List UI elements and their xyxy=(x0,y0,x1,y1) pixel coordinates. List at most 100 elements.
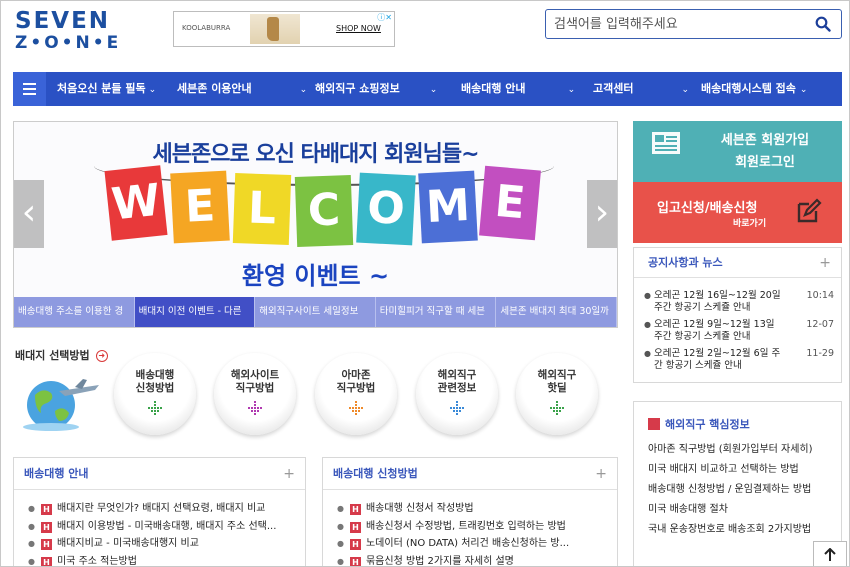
h-badge-icon: H xyxy=(40,556,52,566)
welcome-letter-flag: W xyxy=(104,165,168,241)
slider-tab[interactable]: 배송대행 주소를 이용한 경 xyxy=(14,297,135,327)
cube-icon xyxy=(648,418,660,430)
section-title-selection: 배대지 선택방법 ➜ xyxy=(15,347,108,363)
welcome-letter-flag: E xyxy=(479,165,541,241)
slider-tab[interactable]: 세븐존 배대지 최대 30일까 xyxy=(496,297,617,327)
chevron-down-icon: ⌄ xyxy=(681,85,690,95)
apply-sub-label: 바로가기 xyxy=(733,219,767,229)
welcome-letter-flag: L xyxy=(232,173,292,245)
circle-amazon[interactable]: 아마존 직구방법 xyxy=(315,353,397,435)
ad-close-icon[interactable]: ⓘ✕ xyxy=(377,12,392,23)
nav-item-shipping-guide[interactable]: 배송대행 안내 ⌄ xyxy=(461,72,575,106)
h-badge-icon: H xyxy=(349,504,361,515)
core-info-box: 해외직구 핵심정보 아마존 직구방법 (회원가입부터 자세히) 미국 배대지 비… xyxy=(633,401,842,566)
slider-subtitle: 환영 이벤트 ~ xyxy=(241,262,390,290)
list-item[interactable]: ● H 배대지 이용방법 - 미국배송대행, 배대지 주소 선택... xyxy=(28,518,305,536)
plus-icon[interactable]: + xyxy=(283,458,295,490)
nav-item-guide[interactable]: 세븐존 이용안내 ⌄ xyxy=(177,72,307,106)
dots-arrow-icon xyxy=(450,401,464,415)
plus-icon[interactable]: + xyxy=(819,248,831,278)
core-link[interactable]: 아마존 직구방법 (회원가입부터 자세히) xyxy=(648,440,813,455)
logo-line2: Z•O•N•E xyxy=(15,33,122,53)
arrow-right-circle-icon[interactable]: ➜ xyxy=(95,350,108,362)
chevron-down-icon: ⌄ xyxy=(299,85,308,95)
h-badge-icon: H xyxy=(349,539,361,550)
shipping-apply-box: 배송대행 신청방법 + ● H 배송대행 신청서 작성방법 ● H 배송신청서 수정방법,… xyxy=(322,457,618,566)
page: SEVEN Z•O•N•E KOOLABURRA SHOP NOW ⓘ✕ 처음오… xyxy=(0,0,850,567)
member-join-label: 세븐존 회원가입 xyxy=(720,133,810,148)
search-box xyxy=(545,9,842,39)
hero-slider[interactable]: W E L C O M E 세븐존으로 오신 타배대지 회원님들~ 환영 이벤트… xyxy=(13,121,618,328)
box-title: 배송대행 안내 xyxy=(24,467,89,480)
plus-icon[interactable]: + xyxy=(595,458,607,490)
list-item[interactable]: ● H 미국 주소 적는방법 xyxy=(28,553,305,566)
globe-airplane-icon xyxy=(23,379,99,431)
guide-list: ● H 배대지란 무엇인가? 배대지 선택요령, 배대지 비교 ● H 배대지 이용방법… xyxy=(14,490,305,566)
chevron-down-icon: ⌄ xyxy=(799,85,808,95)
boot-image xyxy=(250,14,300,44)
notice-title: 공지사항과 뉴스 xyxy=(648,256,723,269)
box-title: 배송대행 신청방법 xyxy=(333,467,418,480)
ad-brand: KOOLABURRA xyxy=(182,24,231,32)
dots-arrow-icon xyxy=(248,401,262,415)
welcome-letter-flag: C xyxy=(294,175,354,247)
circle-overseas-site[interactable]: 해외사이트 직구방법 xyxy=(214,353,296,435)
apply-label: 입고신청/배송신청 xyxy=(657,201,758,216)
chevron-down-icon: ⌄ xyxy=(148,85,157,95)
dots-arrow-icon xyxy=(550,401,564,415)
site-logo[interactable]: SEVEN Z•O•N•E xyxy=(15,9,125,53)
list-item[interactable]: ● H 배대지란 무엇인가? 배대지 선택요령, 배대지 비교 xyxy=(28,500,305,518)
dots-arrow-icon xyxy=(349,401,363,415)
edit-pencil-icon xyxy=(797,198,822,223)
welcome-letter-flag: E xyxy=(170,170,230,244)
member-join-login-button[interactable]: 세븐존 회원가입 회원로그인 xyxy=(633,121,842,182)
circle-direct-info[interactable]: 해외직구 관련정보 xyxy=(416,353,498,435)
logo-line1: SEVEN xyxy=(15,8,111,34)
core-link[interactable]: 미국 배송대행 절차 xyxy=(648,500,728,515)
list-item[interactable]: ● H 배대지비교 - 미국배송대행지 비교 xyxy=(28,535,305,553)
document-icon xyxy=(652,132,680,154)
apply-shipping-button[interactable]: 입고신청/배송신청 바로가기 xyxy=(633,182,842,243)
h-badge-icon: H xyxy=(40,504,52,515)
list-item[interactable]: ● H 노데이터 (NO DATA) 처리건 배송신청하는 방... xyxy=(337,535,617,553)
core-link[interactable]: 국내 운송장번호로 배송조회 2가지방법 xyxy=(648,520,811,535)
ad-shop-now-link[interactable]: SHOP NOW xyxy=(336,24,381,33)
arrow-up-icon xyxy=(824,547,836,561)
list-item[interactable]: ● H 묶음신청 방법 2가지를 자세히 설명 xyxy=(337,553,617,566)
slider-tabs: 배송대행 주소를 이용한 경 배대지 이전 이벤트 - 다른 해외직구사이트 세… xyxy=(14,297,617,327)
search-input[interactable] xyxy=(554,14,804,34)
ad-banner[interactable]: KOOLABURRA SHOP NOW ⓘ✕ xyxy=(173,11,395,47)
chevron-down-icon: ⌄ xyxy=(429,85,438,95)
back-to-top-button[interactable] xyxy=(813,541,847,566)
search-icon[interactable] xyxy=(815,16,831,32)
h-badge-icon: H xyxy=(349,556,361,566)
nav-item-customer-center[interactable]: 고객센터 ⌄ xyxy=(593,72,689,106)
circle-hot-deal[interactable]: 해외직구 핫딜 xyxy=(516,353,598,435)
h-badge-icon: H xyxy=(40,521,52,533)
core-title: 해외직구 핵심정보 xyxy=(665,418,750,431)
core-link[interactable]: 배송대행 신청방법 / 운임결제하는 방법 xyxy=(648,480,811,495)
h-badge-icon: H xyxy=(40,539,52,550)
nav-item-system-access[interactable]: 배송대행시스템 접속 ⌄ xyxy=(701,72,807,106)
slider-prev-arrow-icon[interactable]: ‹ xyxy=(14,180,44,248)
slider-next-arrow-icon[interactable]: › xyxy=(587,180,617,248)
main-nav: 처음오신 분들 필독 ⌄ 세븐존 이용안내 ⌄ 해외직구 쇼핑정보 ⌄ 배송대행 안내… xyxy=(13,72,842,106)
nav-item-shopping-info[interactable]: 해외직구 쇼핑정보 ⌄ xyxy=(315,72,437,106)
circle-shipping-apply[interactable]: 배송대행 신청방법 xyxy=(114,353,196,435)
h-badge-icon: H xyxy=(349,521,361,533)
slider-title: 세븐존으로 오신 타배대지 회원님들~ xyxy=(152,142,479,167)
dots-arrow-icon xyxy=(148,401,162,415)
nav-item-first-visit[interactable]: 처음오신 분들 필독 ⌄ xyxy=(57,72,156,106)
welcome-letter-flag: O xyxy=(356,172,416,246)
welcome-letter-flag: M xyxy=(418,170,478,244)
apply-list: ● H 배송대행 신청서 작성방법 ● H 배송신청서 수정방법, 트래킹번호 입력하는… xyxy=(323,490,617,566)
notice-news-box: 공지사항과 뉴스 + ● 오레곤 12월 16일~12월 20일 주간 항공기 스… xyxy=(633,247,842,383)
slider-tab-active[interactable]: 배대지 이전 이벤트 - 다른 xyxy=(134,297,256,327)
core-link[interactable]: 미국 배대지 비교하고 선택하는 방법 xyxy=(648,460,799,475)
chevron-down-icon: ⌄ xyxy=(567,85,576,95)
slider-tab[interactable]: 해외직구사이트 세일정보 xyxy=(255,297,376,327)
list-item[interactable]: ● H 배송대행 신청서 작성방법 xyxy=(337,500,617,518)
slider-tab[interactable]: 타미힐피거 직구할 때 세븐 xyxy=(375,297,497,327)
hamburger-menu-icon[interactable] xyxy=(13,72,46,106)
list-item[interactable]: ● H 배송신청서 수정방법, 트래킹번호 입력하는 방법 xyxy=(337,518,617,536)
